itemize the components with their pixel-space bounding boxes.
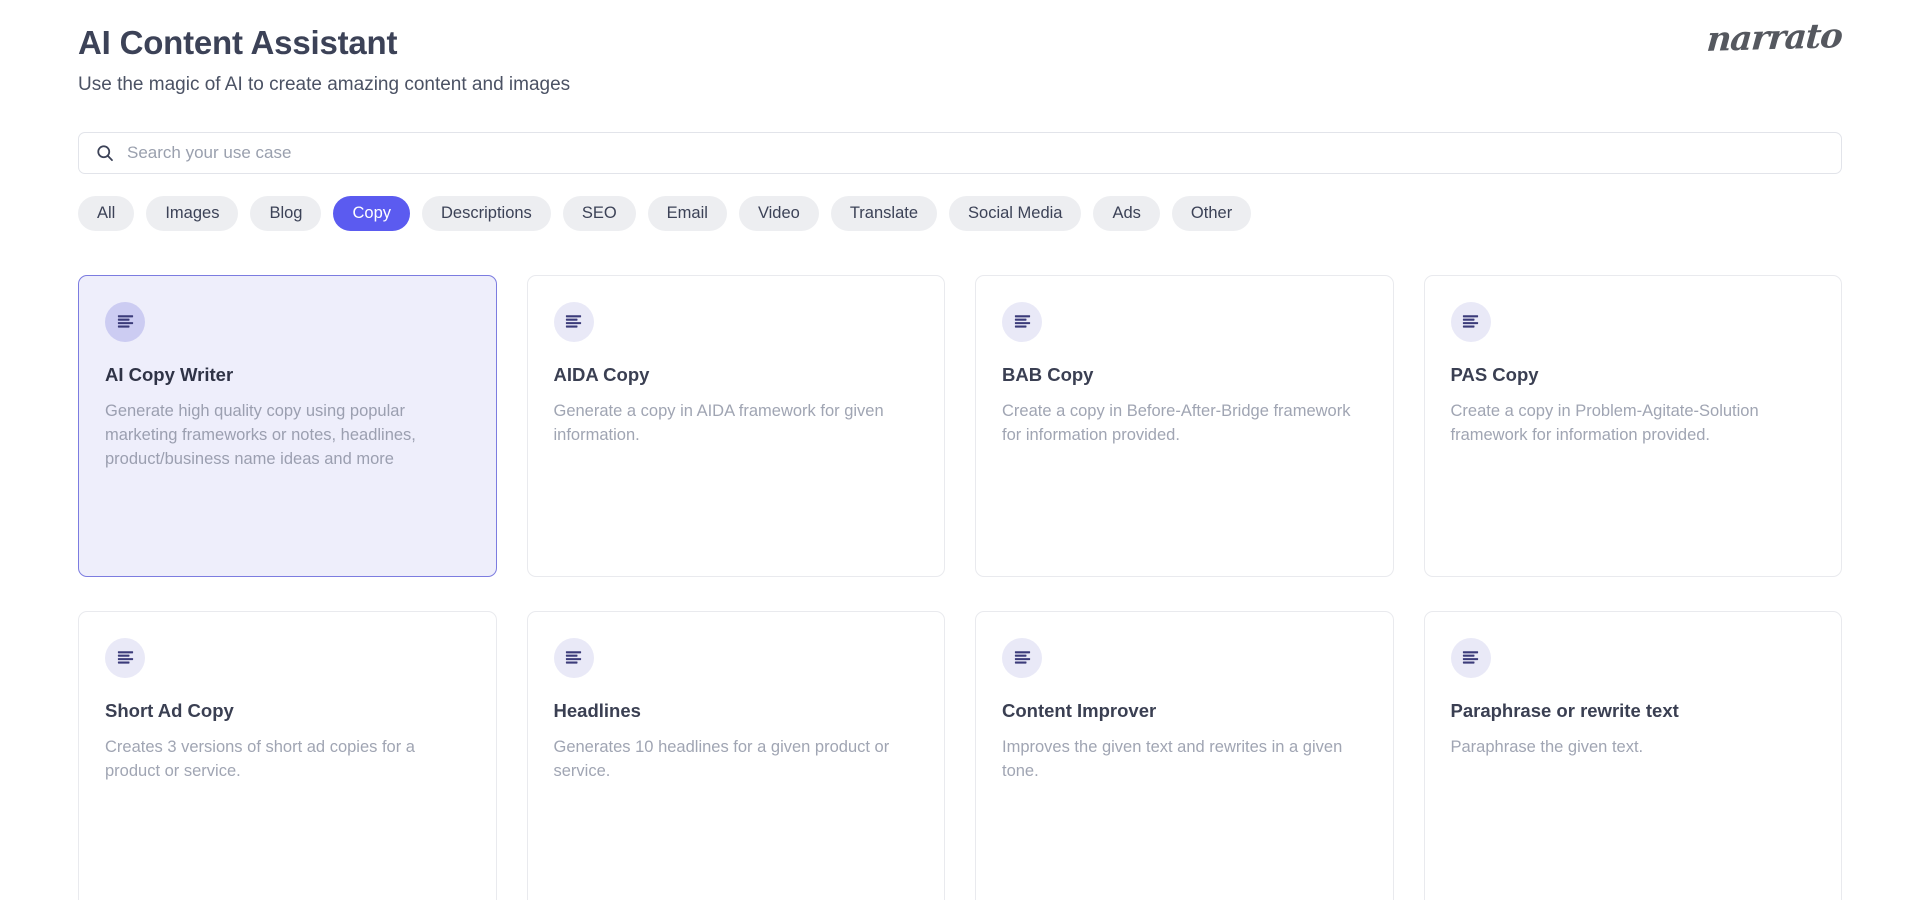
text-lines-icon xyxy=(1462,315,1479,329)
page-subtitle: Use the magic of AI to create amazing co… xyxy=(78,74,571,96)
filter-chip-images[interactable]: Images xyxy=(146,195,239,231)
card-title: Short Ad Copy xyxy=(105,699,234,721)
card-title: Content Improver xyxy=(1002,699,1157,721)
card-description: Paraphrase the given text. xyxy=(1450,738,1644,757)
text-lines-icon xyxy=(117,315,133,329)
card-icon-badge xyxy=(553,637,594,678)
card-description: Generate high quality copy using popular… xyxy=(105,402,416,468)
card-icon-badge xyxy=(1450,637,1491,678)
card-icon-badge xyxy=(553,301,594,342)
card-description: Generates 10 headlines for a given produ… xyxy=(553,738,890,780)
card-description: Create a copy in Before-After-Bridge fra… xyxy=(1002,402,1351,444)
card-title: Headlines xyxy=(553,699,641,721)
filter-chip-copy[interactable]: Copy xyxy=(333,195,411,231)
text-lines-icon xyxy=(565,651,582,665)
filter-chip-video[interactable]: Video xyxy=(738,195,819,231)
filter-chip-translate[interactable]: Translate xyxy=(830,195,938,231)
filter-chip-social-media[interactable]: Social Media xyxy=(949,195,1082,231)
use-case-card[interactable]: Short Ad Copy Creates 3 versions of short… xyxy=(78,610,497,900)
card-title: AI Copy Writer xyxy=(105,363,234,385)
card-icon-badge xyxy=(105,637,145,678)
card-description: Creates 3 versions of short ad copies fo… xyxy=(105,738,415,780)
use-case-card[interactable]: Paraphrase or rewrite text Paraphrase the… xyxy=(1423,610,1842,900)
text-lines-icon xyxy=(1014,651,1030,665)
card-description: Create a copy in Problem-Agitate-Solutio… xyxy=(1450,402,1759,444)
card-icon-badge xyxy=(105,301,145,342)
text-lines-icon xyxy=(1014,315,1030,329)
use-case-card[interactable]: BAB Copy Create a copy in Before-After-Br… xyxy=(975,274,1394,577)
use-case-card[interactable]: Headlines Generates 10 headlines for a gi… xyxy=(526,610,945,900)
card-icon-badge xyxy=(1450,301,1491,342)
search-bar[interactable] xyxy=(78,131,1842,174)
text-lines-icon xyxy=(117,651,133,665)
card-title: AIDA Copy xyxy=(553,363,650,385)
filter-chip-other[interactable]: Other xyxy=(1171,195,1252,231)
page-title: AI Content Assistant xyxy=(78,24,398,61)
card-icon-badge xyxy=(1002,301,1042,342)
use-case-card[interactable]: PAS Copy Create a copy in Problem-Agitate… xyxy=(1423,274,1842,577)
card-icon-badge xyxy=(1002,637,1042,678)
filter-chip-descriptions[interactable]: Descriptions xyxy=(422,195,551,231)
filter-chip-email[interactable]: Email xyxy=(647,195,727,231)
card-description: Generate a copy in AIDA framework for gi… xyxy=(553,402,884,444)
use-case-card[interactable]: AI Copy Writer Generate high quality copy… xyxy=(78,274,497,577)
use-case-card[interactable]: AIDA Copy Generate a copy in AIDA framewo… xyxy=(526,274,945,577)
filter-chip-all[interactable]: All xyxy=(78,195,135,231)
search-input[interactable] xyxy=(127,132,1825,173)
card-description: Improves the given text and rewrites in … xyxy=(1002,738,1343,780)
text-lines-icon xyxy=(565,315,582,329)
card-title: Paraphrase or rewrite text xyxy=(1450,699,1679,721)
filter-chip-list: All Images Blog Copy Descriptions SEO Email Vid… xyxy=(78,195,1842,231)
text-lines-icon xyxy=(1462,651,1479,665)
page-header: AI Content Assistant Use the magic of AI… xyxy=(78,0,1844,98)
narrato-logo: narrato xyxy=(1705,16,1844,60)
use-case-card[interactable]: Content Improver Improves the given text … xyxy=(975,610,1394,900)
card-title: BAB Copy xyxy=(1002,363,1094,385)
card-title: PAS Copy xyxy=(1450,363,1539,385)
filter-chip-seo[interactable]: SEO xyxy=(562,195,636,231)
use-case-card-grid: AI Copy Writer Generate high quality copy… xyxy=(78,274,1842,900)
ai-content-assistant-page: AI Content Assistant Use the magic of AI… xyxy=(0,0,1920,900)
filter-chip-blog[interactable]: Blog xyxy=(250,195,322,231)
filter-chip-ads[interactable]: Ads xyxy=(1093,195,1160,231)
search-icon xyxy=(97,145,113,161)
